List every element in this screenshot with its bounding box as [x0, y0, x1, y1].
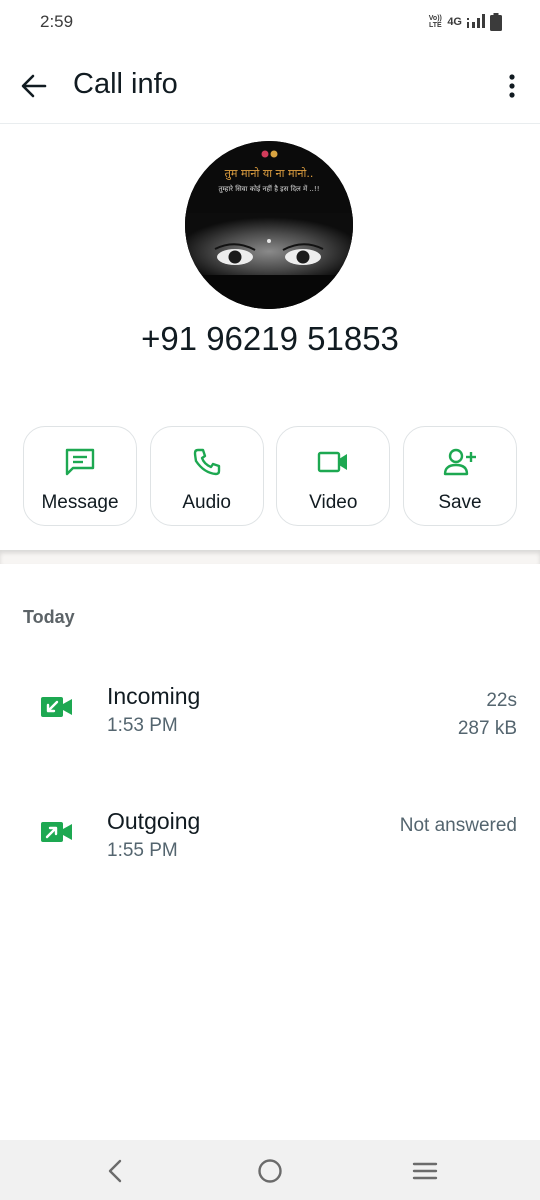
- chevron-left-icon: [108, 1159, 122, 1183]
- system-nav-bar: [0, 1140, 540, 1200]
- battery-icon: [490, 13, 502, 31]
- outgoing-video-call-icon: [41, 822, 72, 842]
- nav-home-button[interactable]: [253, 1154, 287, 1188]
- arrow-left-icon: [21, 74, 47, 98]
- message-icon: [65, 448, 95, 476]
- video-call-button[interactable]: Video: [276, 426, 391, 526]
- phone-number: +91 96219 51853: [141, 320, 399, 357]
- call-type: Outgoing: [107, 808, 201, 834]
- incoming-video-call-icon: [41, 697, 72, 717]
- status-time: 2:59: [40, 12, 74, 31]
- call-data-size: 287 kB: [457, 718, 517, 739]
- more-options-button[interactable]: [502, 70, 522, 102]
- back-button[interactable]: [18, 70, 50, 102]
- call-row[interactable]: Outgoing 1:55 PM Not answered: [0, 793, 540, 883]
- message-button[interactable]: Message: [23, 426, 137, 526]
- app-bar: Call info: [0, 44, 540, 124]
- history-section-title: Today: [23, 607, 75, 627]
- signal-icon: [467, 14, 485, 28]
- call-status: Not answered: [399, 815, 517, 836]
- video-label: Video: [309, 492, 358, 513]
- call-duration: 22s: [486, 690, 517, 711]
- nav-recents-button[interactable]: [408, 1154, 442, 1188]
- message-label: Message: [41, 492, 119, 513]
- volte-icon: Vo)) LTE: [428, 15, 442, 29]
- nav-back-button[interactable]: [98, 1154, 132, 1188]
- menu-lines-icon: [412, 1162, 438, 1180]
- call-meta: Not answered: [400, 812, 517, 840]
- audio-label: Audio: [182, 492, 231, 513]
- call-time: 1:55 PM: [107, 840, 178, 861]
- call-type: Incoming: [107, 683, 201, 709]
- avatar-caption-line1: तुम मानो या ना मानो..: [225, 167, 314, 180]
- section-divider: [0, 550, 540, 564]
- more-vertical-icon: [509, 74, 515, 98]
- network-type: 4G: [447, 16, 462, 28]
- phone-icon: [193, 448, 220, 476]
- profile-photo: तुम मानो या ना मानो.. तुम्हारे सिवा कोई …: [185, 141, 353, 309]
- home-circle-icon: [258, 1159, 282, 1183]
- save-contact-button[interactable]: Save: [402, 426, 517, 526]
- call-row[interactable]: Incoming 1:53 PM 22s 287 kB: [0, 668, 540, 758]
- call-time: 1:53 PM: [107, 715, 178, 736]
- save-label: Save: [438, 492, 482, 513]
- call-meta: 22s 287 kB: [458, 687, 517, 743]
- video-icon: [318, 451, 348, 473]
- status-icons: Vo)) LTE 4G: [428, 13, 502, 31]
- page-title: Call info: [73, 68, 178, 100]
- action-row: Message Audio Video Save: [23, 426, 517, 526]
- avatar[interactable]: तुम मानो या ना मानो.. तुम्हारे सिवा कोई …: [185, 141, 353, 309]
- avatar-caption-line2: तुम्हारे सिवा कोई नहीं है इस दिल में ..!…: [218, 184, 319, 193]
- add-person-icon: [443, 448, 476, 476]
- audio-call-button[interactable]: Audio: [149, 426, 264, 526]
- status-bar: 2:59 Vo)) LTE 4G: [0, 0, 540, 44]
